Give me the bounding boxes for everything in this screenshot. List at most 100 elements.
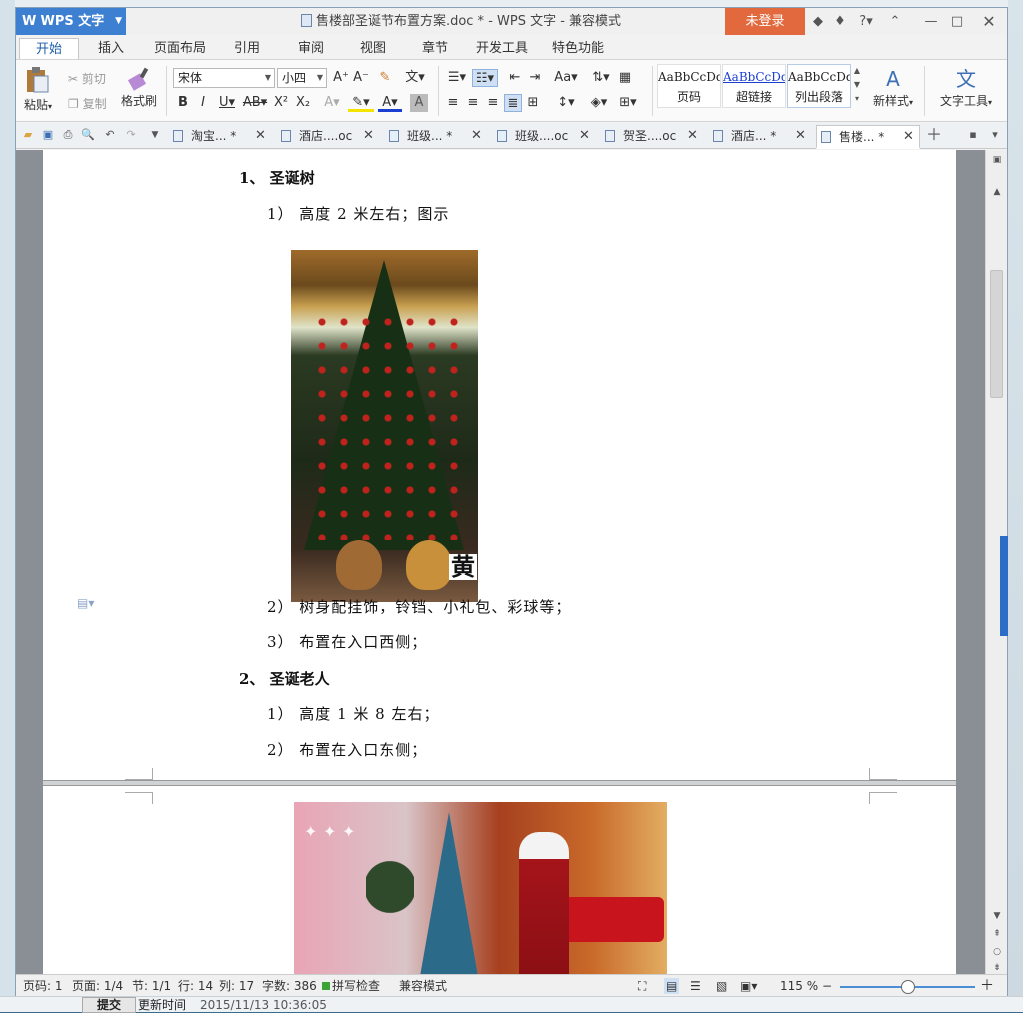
fullscreen-view-icon[interactable]: ⛶: [638, 978, 646, 994]
doc-tab[interactable]: 淘宝... * ✕: [169, 125, 269, 149]
doc-tab-active[interactable]: 售楼... * ✕: [816, 125, 920, 149]
tab-menu-icon[interactable]: ▾: [988, 128, 1002, 142]
increase-indent-icon[interactable]: ⇥: [526, 69, 544, 87]
copy-button[interactable]: ❐ 复制: [68, 95, 107, 112]
login-button[interactable]: 未登录: [725, 8, 805, 35]
grow-font-icon[interactable]: A⁺: [332, 69, 350, 87]
distribute-icon[interactable]: ⊞: [524, 94, 542, 112]
status-pages[interactable]: 页面: 1/4: [72, 978, 123, 994]
page-2[interactable]: ✦ ✦ ✦: [43, 786, 956, 974]
underline-icon[interactable]: U▾: [214, 94, 240, 112]
scroll-thumb[interactable]: [990, 270, 1003, 398]
strikethrough-icon[interactable]: AB▾: [242, 94, 268, 112]
close-tab-icon[interactable]: ✕: [579, 125, 590, 147]
bullets-icon[interactable]: ☰▾: [444, 69, 470, 87]
subscript-icon[interactable]: X₂: [294, 94, 312, 112]
cut-button[interactable]: ✂ 剪切: [68, 70, 106, 87]
status-section[interactable]: 节: 1/1: [132, 978, 171, 994]
split-view-icon[interactable]: ▣: [991, 154, 1003, 166]
style-page-number[interactable]: AaBbCcDd 页码: [657, 64, 721, 108]
justify-icon[interactable]: ≣: [504, 94, 522, 112]
spell-check-toggle[interactable]: 拼写检查: [322, 978, 380, 994]
shading-icon[interactable]: ◈▾: [586, 94, 612, 112]
zoom-level[interactable]: 115 %: [780, 978, 818, 994]
shirt-icon[interactable]: ♦: [832, 8, 848, 35]
style-hyperlink[interactable]: AaBbCcDd 超链接: [722, 64, 786, 108]
align-right-icon[interactable]: ≡: [484, 94, 502, 112]
shrink-font-icon[interactable]: A⁻: [352, 69, 370, 87]
doc-tab[interactable]: 班级....oc ✕: [493, 125, 593, 149]
document-canvas[interactable]: 1、 圣诞树 1） 高度 2 米左右；图示 黄 ▤▾ 2） 树身配挂饰，铃铛、小…: [16, 150, 985, 974]
format-painter-button[interactable]: 格式刷: [119, 66, 159, 109]
tab-list-icon[interactable]: ▪: [966, 128, 980, 142]
paste-button[interactable]: 粘贴▾: [24, 66, 64, 116]
tab-features[interactable]: 特色功能: [548, 38, 608, 59]
text-effect-icon[interactable]: A▾: [320, 94, 344, 112]
scroll-up-icon[interactable]: ▲: [991, 186, 1003, 198]
print-icon[interactable]: ⎙: [61, 128, 75, 142]
skin-icon[interactable]: ◆: [810, 8, 826, 35]
status-page[interactable]: 页码: 1: [23, 978, 63, 994]
doc-tab[interactable]: 酒店... * ✕: [709, 125, 809, 149]
scroll-down-icon[interactable]: ▼: [991, 910, 1003, 922]
status-col[interactable]: 列: 17: [219, 978, 254, 994]
page-view-icon[interactable]: ▤: [664, 978, 680, 994]
bold-icon[interactable]: B: [174, 94, 192, 112]
santa-claus-image[interactable]: ✦ ✦ ✦: [294, 802, 667, 974]
borders-icon[interactable]: ⊞▾: [616, 94, 640, 112]
new-tab-icon[interactable]: ＋: [926, 127, 942, 143]
zoom-in-icon[interactable]: ＋: [980, 978, 994, 994]
font-name-select[interactable]: 宋体 ▼: [173, 68, 275, 88]
italic-icon[interactable]: I: [194, 94, 212, 112]
minimize-icon[interactable]: —: [922, 8, 940, 35]
close-tab-icon[interactable]: ✕: [255, 125, 266, 147]
change-case-icon[interactable]: Aa▾: [552, 69, 580, 87]
sort-icon[interactable]: ⇅▾: [590, 69, 612, 87]
save-icon[interactable]: ▣: [41, 128, 55, 142]
align-left-icon[interactable]: ≡: [444, 94, 462, 112]
char-shading-icon[interactable]: A: [410, 94, 428, 112]
highlight-icon[interactable]: ✎▾: [348, 94, 374, 112]
decrease-indent-icon[interactable]: ⇤: [506, 69, 524, 87]
customize-qa-icon[interactable]: ▼: [148, 128, 162, 142]
tab-page-layout[interactable]: 页面布局: [144, 38, 216, 59]
open-icon[interactable]: ▰: [21, 128, 35, 142]
paragraph-handle-icon[interactable]: ▤▾: [77, 596, 94, 610]
doc-tab[interactable]: 贺圣....oc ✕: [601, 125, 701, 149]
phonetic-icon[interactable]: 文▾: [402, 69, 428, 87]
app-menu-button[interactable]: W WPS 文字 ▼: [16, 8, 126, 35]
tab-developer[interactable]: 开发工具: [472, 38, 532, 59]
web-view-icon[interactable]: ▧: [716, 978, 727, 994]
maximize-icon[interactable]: □: [948, 8, 966, 35]
status-row[interactable]: 行: 14: [178, 978, 213, 994]
christmas-tree-image[interactable]: 黄: [291, 250, 478, 602]
submit-button[interactable]: 提交: [82, 997, 136, 1013]
page-1[interactable]: 1、 圣诞树 1） 高度 2 米左右；图示 黄 ▤▾ 2） 树身配挂饰，铃铛、小…: [43, 150, 956, 780]
tab-home[interactable]: 开始: [19, 38, 79, 59]
redo-icon[interactable]: ↷: [124, 128, 138, 142]
close-tab-icon[interactable]: ✕: [471, 125, 482, 147]
tab-review[interactable]: 审阅: [286, 38, 336, 59]
doc-tab[interactable]: 酒店....oc ✕: [277, 125, 377, 149]
print-preview-icon[interactable]: 🔍: [81, 128, 95, 142]
new-style-button[interactable]: A 新样式▾: [868, 66, 918, 109]
tab-view[interactable]: 视图: [348, 38, 398, 59]
help-icon[interactable]: ?▾: [854, 8, 878, 35]
style-gallery-scroll[interactable]: ▲ ▼ ▾: [852, 64, 862, 108]
prev-page-icon[interactable]: ⇞: [991, 928, 1003, 940]
tab-references[interactable]: 引用: [222, 38, 272, 59]
align-center-icon[interactable]: ≡: [464, 94, 482, 112]
tab-insert[interactable]: 插入: [86, 38, 136, 59]
zoom-out-icon[interactable]: −: [822, 978, 832, 994]
style-list-paragraph[interactable]: AaBbCcDd 列出段落: [787, 64, 851, 108]
next-page-icon[interactable]: ⇟: [991, 962, 1003, 974]
close-tab-icon[interactable]: ✕: [795, 125, 806, 147]
close-tab-icon[interactable]: ✕: [687, 125, 698, 147]
read-mode-icon[interactable]: ▣▾: [740, 978, 757, 994]
outline-view-icon[interactable]: ☰: [690, 978, 701, 994]
font-size-select[interactable]: 小四 ▼: [277, 68, 327, 88]
doc-tab[interactable]: 班级... * ✕: [385, 125, 485, 149]
superscript-icon[interactable]: X²: [272, 94, 290, 112]
table-grid-icon[interactable]: ▦: [616, 69, 634, 87]
font-color-icon[interactable]: A▾: [378, 94, 402, 112]
